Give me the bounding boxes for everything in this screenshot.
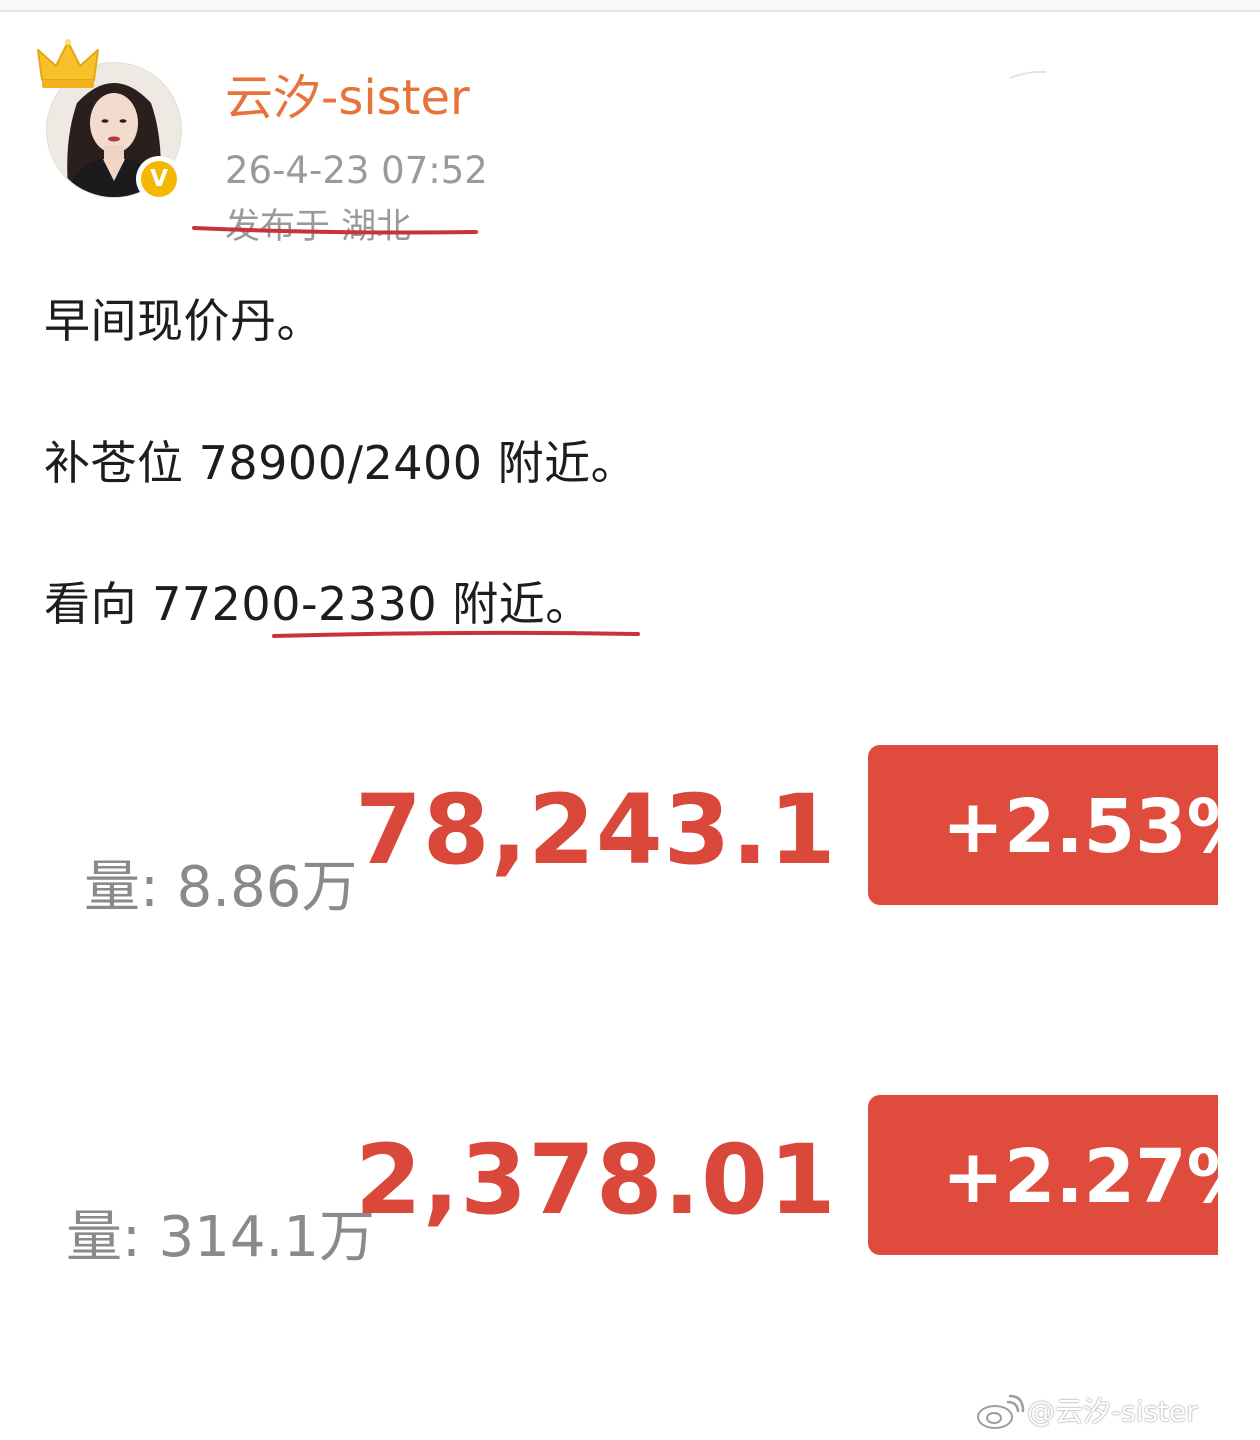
watermark-text: @云汐-sister <box>1027 1395 1198 1428</box>
volume-label: 量: 8.86万 <box>84 855 358 920</box>
change-badge[interactable]: +2.27% <box>868 1095 1218 1255</box>
quote-row[interactable]: 量: 314.1万 2,378.01 +2.27% <box>0 1095 1260 1270</box>
top-border <box>0 0 1260 12</box>
price-value: 2,378.01 <box>355 1124 837 1236</box>
decorative-mark <box>1009 70 1047 79</box>
volume-label: 量: 314.1万 <box>66 1205 375 1270</box>
crown-icon <box>37 39 99 88</box>
strike-annotation <box>192 226 478 235</box>
watermark: @云汐-sister <box>975 1390 1225 1434</box>
verified-badge-icon: V <box>136 156 182 202</box>
quote-row[interactable]: 量: 8.86万 78,243.1 +2.53% <box>0 745 1260 920</box>
post-line-1: 早间现价丹。 <box>44 294 323 348</box>
price-value: 78,243.1 <box>355 774 837 886</box>
author-avatar-block[interactable]: V <box>36 38 186 202</box>
weibo-logo-icon <box>977 1394 1025 1429</box>
post-line-2: 补苍位 78900/2400 附近。 <box>44 436 638 490</box>
author-name[interactable]: 云汐-sister <box>225 66 470 130</box>
change-value: +2.27% <box>942 1134 1218 1220</box>
change-value: +2.53% <box>942 784 1218 870</box>
underline-annotation <box>272 630 640 638</box>
post-line-3: 看向 77200-2330 附近。 <box>44 577 592 631</box>
change-badge[interactable]: +2.53% <box>868 745 1218 905</box>
post-timestamp: 26-4-23 07:52 <box>225 149 488 192</box>
